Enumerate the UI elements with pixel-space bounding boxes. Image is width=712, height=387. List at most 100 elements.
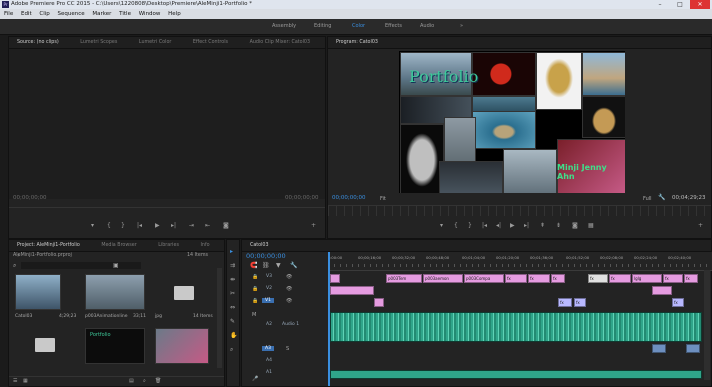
ripple-edit-tool-icon[interactable]: ⇹ (230, 276, 235, 283)
timeline-clip[interactable]: p003Compa (464, 274, 504, 283)
timeline-clip[interactable] (330, 274, 340, 283)
program-mark-out-icon[interactable]: { (454, 222, 458, 229)
folder-icon[interactable] (35, 338, 55, 352)
minimize-icon[interactable]: – (650, 0, 670, 9)
program-viewer[interactable]: Portfolio Minji Jenny Ahn (399, 51, 625, 193)
source-scrubber[interactable] (9, 207, 325, 218)
find-icon[interactable]: ⌕ (143, 378, 146, 384)
timeline-clip[interactable]: fx (588, 274, 608, 283)
track-area[interactable]: p003Tem p003aemon p003Compa fx fx fx fx … (330, 274, 712, 384)
timeline-clip[interactable] (652, 344, 666, 353)
track-label-a2[interactable]: A2 (266, 322, 272, 327)
step-forward-icon[interactable]: ▸| (171, 222, 176, 229)
project-search-input[interactable] (21, 262, 141, 269)
timeline-clip[interactable]: fx (609, 274, 631, 283)
tab-source[interactable]: Source: (no clips) (17, 40, 59, 45)
workspace-color[interactable]: Color (352, 19, 365, 34)
timeline-clip[interactable]: fx (663, 274, 683, 283)
timeline-clip[interactable] (686, 344, 700, 353)
icon-view-icon[interactable]: ▦ (23, 378, 28, 384)
program-step-back-icon[interactable]: |◂ (482, 222, 487, 229)
track-select-tool-icon[interactable]: ⇉ (230, 262, 235, 269)
tab-lumetri-scopes[interactable]: Lumetri Scopes (80, 40, 117, 45)
add-button-icon[interactable]: + (311, 222, 316, 229)
timeline-timecode[interactable]: 00;00;00;00 (246, 252, 286, 260)
audio-clip[interactable] (330, 312, 702, 342)
mark-out-icon[interactable]: { (107, 222, 111, 229)
program-rewind-icon[interactable]: ◂| (496, 222, 501, 229)
hand-tool-icon[interactable]: ✋ (230, 332, 237, 339)
project-item-thumb-collage[interactable] (155, 328, 209, 364)
menu-help[interactable]: Help (168, 11, 181, 17)
audio-clip[interactable] (330, 370, 702, 379)
timeline-clip[interactable] (330, 286, 374, 295)
timeline-clip[interactable] (652, 286, 672, 295)
source-viewer[interactable] (9, 49, 325, 199)
list-view-icon[interactable]: ☰ (13, 378, 17, 384)
overwrite-icon[interactable]: ⇤ (205, 222, 210, 229)
new-item-icon[interactable]: ▤ (129, 378, 134, 384)
search-icon[interactable]: ⌕ (13, 262, 16, 270)
add-marker-icon[interactable]: ▼ (276, 262, 281, 269)
tab-media-browser[interactable]: Media Browser (101, 243, 136, 248)
workspace-editing[interactable]: Editing (314, 19, 331, 34)
track-label-a3[interactable]: A3 (262, 346, 274, 351)
program-timecode[interactable]: 00;00;00;00 (332, 195, 366, 201)
wrench-icon[interactable]: 🔧 (658, 194, 665, 201)
export-frame-icon[interactable]: ◙ (223, 222, 229, 229)
trash-icon[interactable]: 🗑 (155, 378, 161, 384)
program-scrubber[interactable] (328, 205, 711, 216)
timeline-clip[interactable]: p003aemon (423, 274, 463, 283)
program-forward-icon[interactable]: ▸| (524, 222, 529, 229)
selection-tool-icon[interactable]: ▸ (230, 248, 233, 255)
track-label-v1[interactable]: V1 (262, 298, 274, 303)
menu-file[interactable]: File (4, 11, 13, 17)
linked-selection-icon[interactable]: ⛓ (262, 262, 270, 269)
program-go-in-icon[interactable]: } (468, 222, 472, 229)
mic-icon[interactable]: 🎤 (252, 376, 258, 382)
project-item-thumb-animation[interactable] (85, 274, 145, 310)
maximize-icon[interactable]: □ (670, 0, 690, 9)
workspace-assembly[interactable]: Assembly (272, 19, 296, 34)
tab-info[interactable]: Info (201, 243, 210, 248)
program-play-icon[interactable]: ▶ (510, 222, 515, 229)
play-icon[interactable]: ▶ (155, 222, 160, 229)
close-icon[interactable]: ✕ (690, 0, 710, 9)
program-add-button-icon[interactable]: + (698, 222, 703, 229)
tab-project[interactable]: Project: AleMinji1-Portfolio (17, 243, 80, 248)
tab-program[interactable]: Program: Catol03 (336, 40, 378, 45)
program-mark-in-icon[interactable]: ▾ (440, 222, 443, 229)
solo-icon[interactable]: S (286, 346, 289, 352)
timeline-scrollbar[interactable] (704, 270, 710, 380)
track-label-v3[interactable]: V3 (266, 274, 272, 279)
timeline-clip[interactable]: p003Tem (386, 274, 422, 283)
menu-clip[interactable]: Clip (39, 11, 49, 17)
menu-title[interactable]: Title (119, 11, 131, 17)
timeline-clip[interactable]: fx (528, 274, 550, 283)
new-bin-icon[interactable]: ▣ (113, 262, 119, 269)
tab-audio-clip-mixer[interactable]: Audio Clip Mixer: Catol03 (250, 40, 310, 45)
track-label-v2[interactable]: V2 (266, 286, 272, 291)
timeline-settings-icon[interactable]: 🔧 (290, 262, 297, 269)
tab-lumetri-color[interactable]: Lumetri Color (139, 40, 172, 45)
quality-dropdown[interactable]: Full (643, 196, 652, 202)
project-item-thumb-portfolio[interactable]: Portfolio (85, 328, 145, 364)
menu-edit[interactable]: Edit (21, 11, 32, 17)
slip-tool-icon[interactable]: ⇔ (230, 304, 235, 311)
track-label-a1[interactable]: A1 (266, 370, 272, 375)
timeline-clip[interactable]: fx (558, 298, 572, 307)
tab-sequence[interactable]: Catol03 (250, 243, 269, 248)
insert-icon[interactable]: ⇥ (189, 222, 194, 229)
pen-tool-icon[interactable]: ✎ (230, 318, 235, 325)
razor-tool-icon[interactable]: ✂ (230, 290, 235, 297)
timeline-clip[interactable]: fx (574, 298, 586, 307)
lock-icon[interactable]: 🔒 (252, 298, 258, 304)
program-export-frame-icon[interactable]: ◙ (572, 222, 578, 229)
fit-dropdown[interactable]: Fit (380, 196, 386, 202)
lock-icon[interactable]: 🔒 (252, 286, 258, 292)
track-label-a4[interactable]: A4 (266, 358, 272, 363)
lock-icon[interactable]: 🔒 (252, 274, 258, 280)
menu-window[interactable]: Window (139, 11, 161, 17)
go-to-in-icon[interactable]: } (121, 222, 125, 229)
workspace-effects[interactable]: Effects (385, 19, 402, 34)
